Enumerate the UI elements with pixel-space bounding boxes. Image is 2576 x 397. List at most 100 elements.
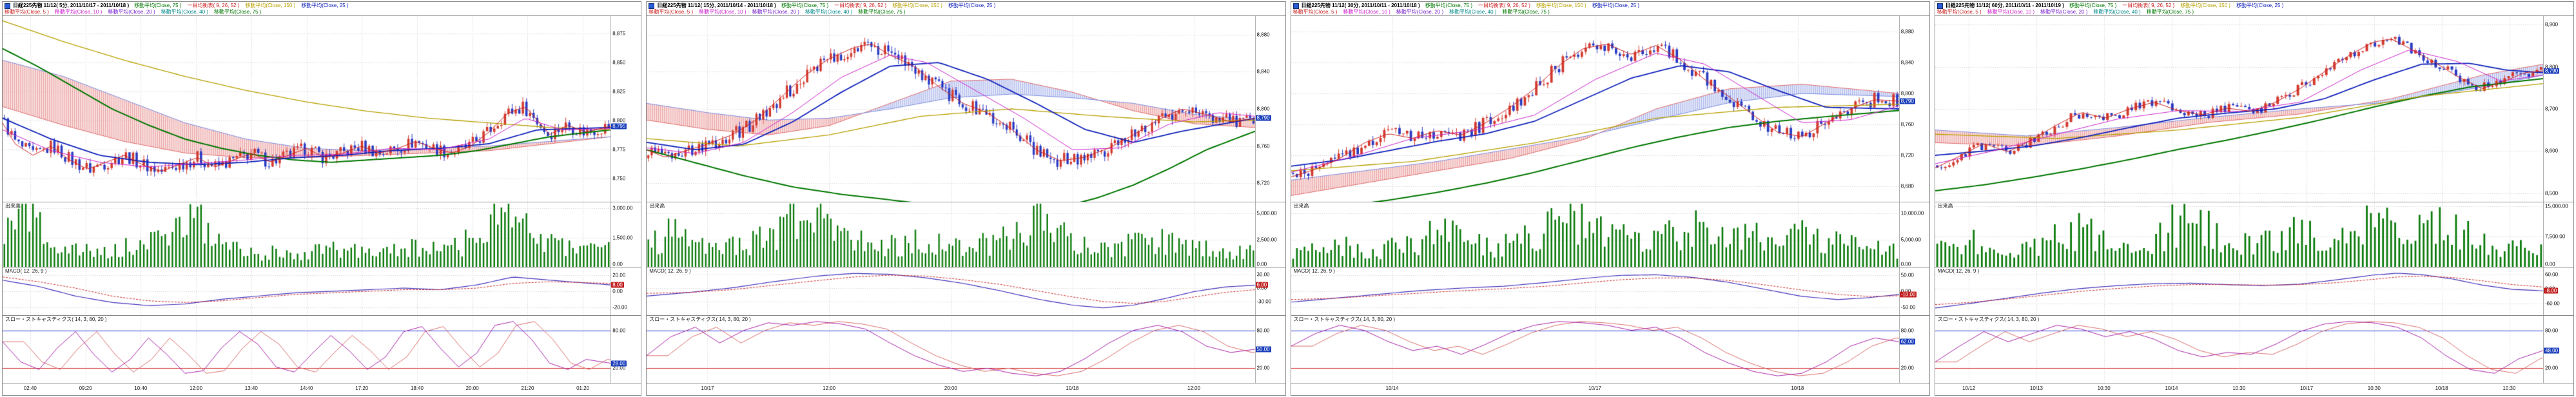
x-axis-label: 10:40 bbox=[134, 385, 147, 391]
volume-axis: 3,000.001,500.000.00 bbox=[610, 202, 641, 267]
axis-tick-label: 20.00 bbox=[1257, 365, 1270, 371]
current-value-badge: 62.00 bbox=[1900, 339, 1915, 345]
stochastics-chart-canvas[interactable] bbox=[1291, 316, 1899, 383]
price-chart-canvas[interactable] bbox=[1935, 16, 2543, 202]
axis-tick-label: 8,840 bbox=[1257, 69, 1270, 75]
macd-section: MACD( 12, 26, 9 ) 50.000.00-50.00-10.00 bbox=[1291, 267, 1929, 315]
macd-chart-canvas[interactable] bbox=[3, 267, 610, 315]
chart-panel-30min: 日経225先物 11/12( 30分, 2011/10/11 - 2011/10… bbox=[1291, 1, 1930, 396]
axis-tick-label: 8,750 bbox=[612, 176, 625, 182]
x-axis-label: 18:40 bbox=[411, 385, 424, 391]
axis-tick-label: 0.00 bbox=[612, 262, 623, 267]
axis-tick-label: 15,000.00 bbox=[2545, 204, 2568, 209]
volume-chart-canvas[interactable] bbox=[3, 202, 610, 267]
x-axis-label: 10/18 bbox=[1791, 385, 1804, 391]
axis-tick-label: 8,880 bbox=[1257, 32, 1270, 37]
x-axis: 10/1712:0020:0010/1812:00 bbox=[647, 383, 1285, 395]
legend-line-2: 移動平均(Close, 5 )移動平均(Close, 10 )移動平均(Clos… bbox=[1937, 9, 2200, 15]
axis-tick-label: 80.00 bbox=[2545, 327, 2558, 333]
legend-item: 移動平均(Close, 5 ) bbox=[649, 9, 693, 15]
axis-tick-label: 8,720 bbox=[1901, 153, 1914, 159]
axis-tick-label: 80.00 bbox=[612, 327, 625, 333]
axis-tick-label: 80.00 bbox=[1901, 327, 1914, 333]
macd-label: MACD( 12, 26, 9 ) bbox=[5, 268, 47, 274]
stochastics-axis: 80.0020.0050.00 bbox=[1255, 316, 1285, 383]
x-axis-label: 10:30 bbox=[2503, 385, 2515, 391]
price-chart-section: 8,8758,8508,8258,8008,7758,7508,795 bbox=[3, 15, 641, 202]
axis-tick-label: 0.00 bbox=[1901, 262, 1911, 267]
price-axis: 8,8808,8408,8008,7608,7208,790 bbox=[1255, 16, 1285, 202]
x-axis-label: 09:20 bbox=[79, 385, 92, 391]
current-value-badge: 8,790 bbox=[2544, 68, 2559, 74]
x-axis: 10/1210/1310:3010/1410:3010/1710:3010/18… bbox=[1935, 383, 2573, 395]
panel-title: 日経225先物 11/12( 60分, 2011/10/11 - 2011/10… bbox=[1946, 3, 2064, 9]
macd-label: MACD( 12, 26, 9 ) bbox=[649, 268, 691, 274]
volume-chart-canvas[interactable] bbox=[1291, 202, 1899, 267]
price-chart-section: 8,8808,8408,8008,7608,7208,6808,790 bbox=[1291, 15, 1929, 202]
price-chart-canvas[interactable] bbox=[647, 16, 1254, 202]
stochastics-chart-canvas[interactable] bbox=[3, 316, 610, 383]
axis-tick-label: 8,800 bbox=[612, 118, 625, 124]
macd-axis: 20.000.00-20.008.00 bbox=[610, 267, 641, 315]
current-value-badge: 6.00 bbox=[1256, 282, 1269, 288]
macd-section: MACD( 12, 26, 9 ) 60.000.00-60.00-8.00 bbox=[1935, 267, 2573, 315]
x-axis-label: 10/17 bbox=[701, 385, 714, 391]
volume-section: 出来高 10,000.005,000.000.00 bbox=[1291, 202, 1929, 267]
axis-tick-label: 8,875 bbox=[612, 31, 625, 37]
x-axis-label: 14:40 bbox=[300, 385, 313, 391]
axis-tick-label: 20.00 bbox=[612, 365, 625, 371]
axis-tick-label: 1,500.00 bbox=[612, 235, 632, 240]
legend-item: 移動平均(Close, 20 ) bbox=[1396, 9, 1443, 15]
x-axis-label: 02:40 bbox=[24, 385, 37, 391]
x-axis-label: 21:20 bbox=[521, 385, 534, 391]
axis-tick-label: 5,000.00 bbox=[1901, 237, 1921, 243]
panel-title: 日経225先物 11/12( 30分, 2011/10/11 - 2011/10… bbox=[1302, 3, 1420, 9]
axis-tick-label: 8,850 bbox=[612, 60, 625, 66]
axis-tick-label: 8,500 bbox=[2545, 190, 2558, 196]
stochastics-section: スロー・ストキャスティクス( 14, 3, 80, 20 ) 80.0020.0… bbox=[3, 315, 641, 383]
current-value-badge: 28.00 bbox=[611, 360, 627, 366]
stochastics-label: スロー・ストキャスティクス( 14, 3, 80, 20 ) bbox=[649, 316, 752, 322]
volume-axis: 15,000.007,500.000.00 bbox=[2543, 202, 2573, 267]
macd-section: MACD( 12, 26, 9 ) 20.000.00-20.008.00 bbox=[3, 267, 641, 315]
x-axis-label: 10/12 bbox=[1962, 385, 1975, 391]
legend-item: 移動平均(Close, 75 ) bbox=[858, 9, 905, 15]
legend-line-2: 移動平均(Close, 5 )移動平均(Close, 10 )移動平均(Clos… bbox=[1293, 9, 1556, 15]
volume-section: 出来高 3,000.001,500.000.00 bbox=[3, 202, 641, 267]
macd-axis: 30.000.00-30.006.00 bbox=[1255, 267, 1285, 315]
macd-label: MACD( 12, 26, 9 ) bbox=[1293, 268, 1336, 274]
legend-item: 移動平均(Close, 75 ) bbox=[1425, 3, 1472, 8]
axis-tick-label: 2,500.00 bbox=[1257, 237, 1277, 243]
axis-tick-label: 20.00 bbox=[2545, 365, 2558, 371]
legend-line-1: 移動平均(Close, 75 )一目均衡表( 9, 26, 52 )移動平均(C… bbox=[2069, 3, 2289, 9]
price-chart-canvas[interactable] bbox=[3, 16, 610, 202]
x-axis: 10/1410/1710/18 bbox=[1291, 383, 1929, 395]
stochastics-chart-canvas[interactable] bbox=[647, 316, 1254, 383]
current-value-badge: 8,790 bbox=[1900, 99, 1915, 104]
legend-item: 移動平均(Close, 75 ) bbox=[214, 9, 261, 15]
volume-chart-canvas[interactable] bbox=[647, 202, 1254, 267]
volume-chart-canvas[interactable] bbox=[1935, 202, 2543, 267]
axis-tick-label: 8,700 bbox=[2545, 106, 2558, 112]
current-value-badge: -8.00 bbox=[2544, 288, 2558, 294]
volume-label: 出来高 bbox=[1293, 203, 1310, 209]
legend-item: 移動平均(Close, 10 ) bbox=[699, 9, 746, 15]
panel-header: 日経225先物 11/12( 60分, 2011/10/11 - 2011/10… bbox=[1935, 2, 2573, 15]
x-axis-label: 20:00 bbox=[944, 385, 957, 391]
macd-chart-canvas[interactable] bbox=[647, 267, 1254, 315]
legend-item: 移動平均(Close, 10 ) bbox=[1343, 9, 1390, 15]
current-value-badge: 50.00 bbox=[1256, 347, 1271, 353]
legend-item: 移動平均(Close, 150 ) bbox=[2180, 3, 2230, 8]
macd-chart-canvas[interactable] bbox=[1291, 267, 1899, 315]
stochastics-chart-canvas[interactable] bbox=[1935, 316, 2543, 383]
macd-chart-canvas[interactable] bbox=[1935, 267, 2543, 315]
price-chart-canvas[interactable] bbox=[1291, 16, 1899, 202]
current-value-badge: 8,795 bbox=[611, 124, 627, 130]
axis-tick-label: 8,720 bbox=[1257, 180, 1270, 186]
volume-label: 出来高 bbox=[1937, 203, 1954, 209]
legend-item: 移動平均(Close, 150 ) bbox=[1536, 3, 1586, 8]
legend-item: 一目均衡表( 9, 26, 52 ) bbox=[187, 3, 239, 8]
axis-tick-label: 8,680 bbox=[1901, 184, 1914, 189]
legend-item: 移動平均(Close, 40 ) bbox=[1449, 9, 1496, 15]
x-axis-label: 10/17 bbox=[1588, 385, 1601, 391]
